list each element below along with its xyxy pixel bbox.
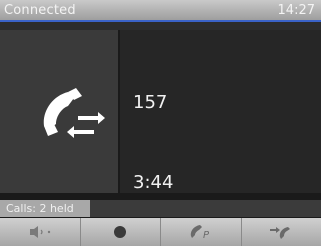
connection-status: Connected (4, 2, 76, 18)
divider (0, 22, 321, 30)
calls-info-bar: Calls: 2 held (0, 200, 321, 217)
call-screen: 157 3:44 (0, 22, 321, 194)
active-call-icon (43, 88, 105, 138)
record-softkey[interactable] (81, 218, 161, 246)
call-transfer-icon (270, 227, 291, 239)
record-icon (114, 226, 127, 238)
call-duration: 3:44 (133, 172, 174, 193)
held-calls-label: Calls: 2 held (0, 200, 90, 217)
volume-softkey[interactable] (0, 218, 81, 246)
park-softkey[interactable]: P (161, 218, 242, 246)
transfer-softkey[interactable] (242, 218, 321, 246)
clock: 14:27 (277, 2, 315, 18)
status-bar: Connected 14:27 (0, 0, 321, 22)
call-park-icon: P (190, 225, 210, 241)
caller-number: 157 (133, 92, 168, 113)
svg-text:P: P (203, 230, 210, 241)
softkey-bar: P (0, 218, 321, 246)
speaker-volume-icon (29, 226, 50, 238)
